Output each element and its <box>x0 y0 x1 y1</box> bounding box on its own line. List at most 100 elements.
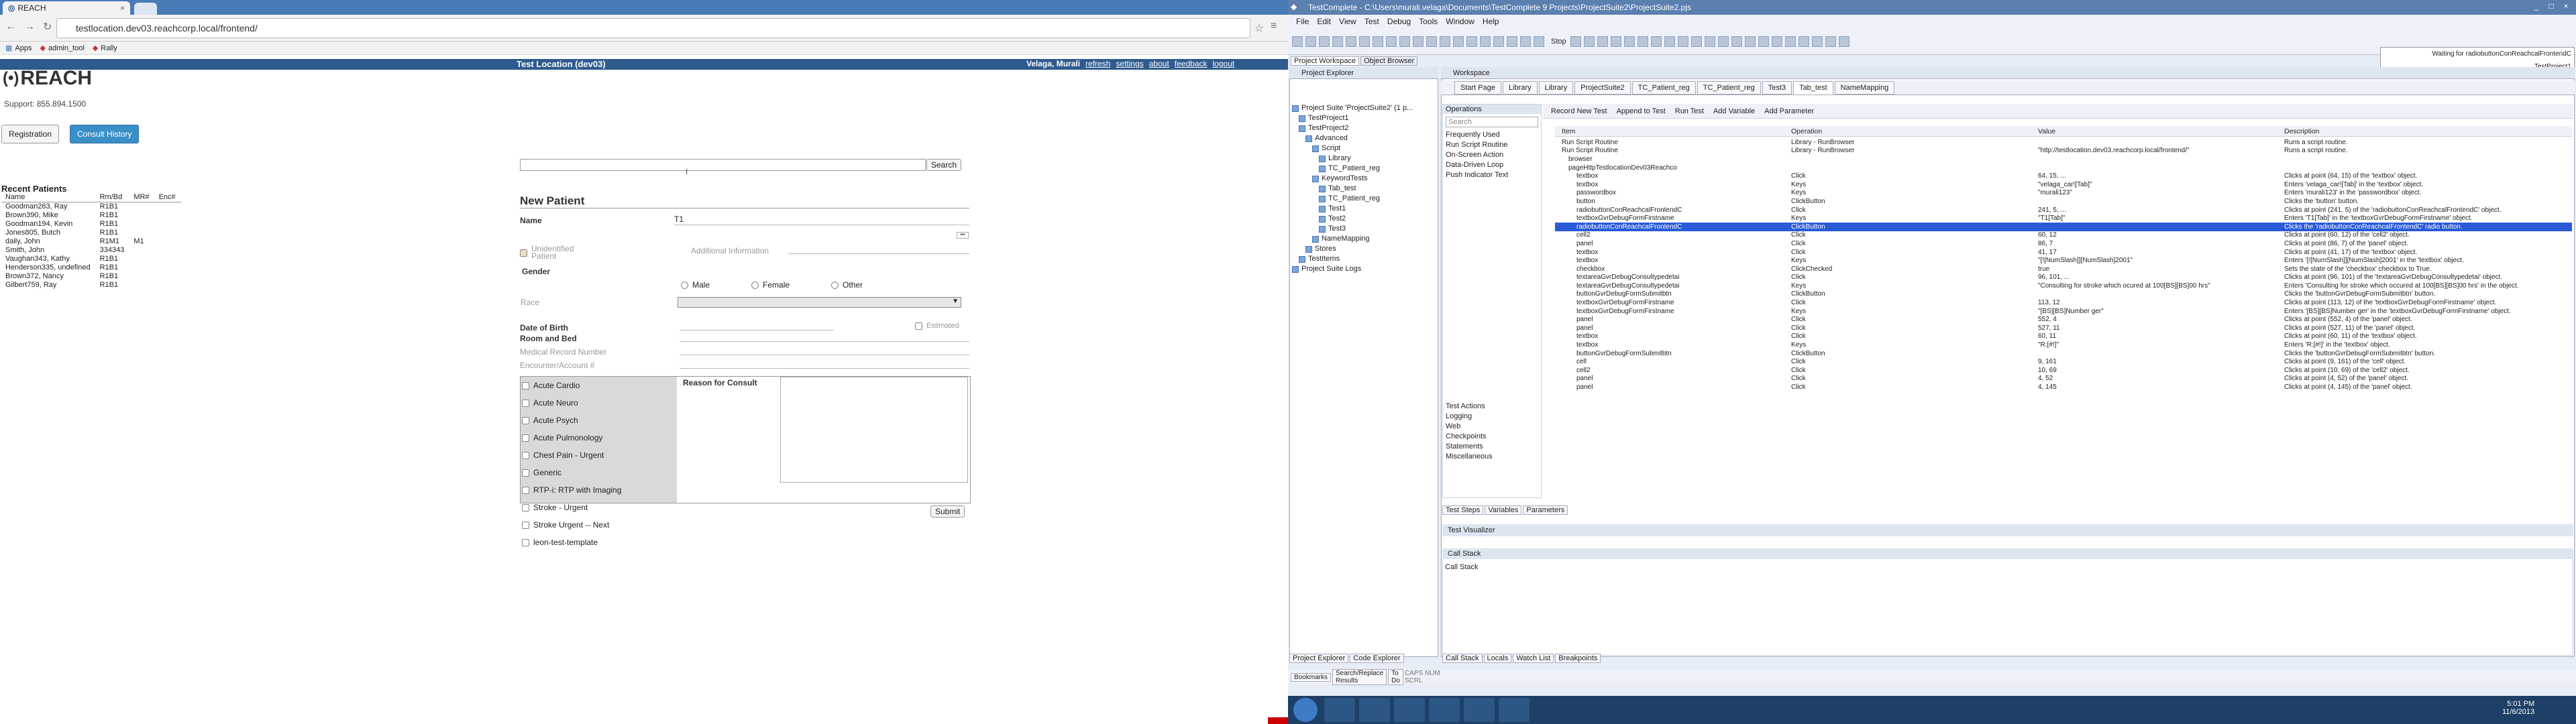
reason-checkbox[interactable] <box>522 503 529 511</box>
grid-row[interactable]: textboxGvrDebugFormFirstname Keys "T1[Tab]… <box>1555 214 2572 223</box>
document-tab[interactable]: NameMapping <box>1834 80 1895 95</box>
grid-column-header[interactable]: Item <box>1555 127 1791 135</box>
reason-item[interactable]: Generic <box>522 464 621 481</box>
grid-row[interactable]: browser <box>1555 155 2572 164</box>
new-tab-button[interactable] <box>134 3 157 15</box>
kt-toolbar-button[interactable]: Add Parameter <box>1764 107 1814 115</box>
ops-category[interactable]: Checkpoints <box>1446 432 1541 442</box>
settings-link[interactable]: settings <box>1116 59 1143 68</box>
grid-row[interactable]: button ClickButton Clicks the 'button' but… <box>1555 197 2572 206</box>
reason-checkbox[interactable] <box>522 416 529 424</box>
toolbar-icon[interactable] <box>1784 36 1796 47</box>
tree-item[interactable]: Script <box>1292 143 1413 154</box>
submit-button[interactable]: Submit <box>930 505 965 518</box>
tree-item[interactable]: Test3 <box>1292 224 1413 234</box>
test-steps-tab[interactable]: Parameters <box>1523 505 1568 515</box>
menu-item[interactable]: Debug <box>1387 17 1411 26</box>
grid-row[interactable]: textbox Keys "[![NumSlash]][NumSlash]2001"… <box>1555 256 2572 265</box>
toolbar-icon[interactable] <box>1838 36 1849 47</box>
toolbar-icon[interactable] <box>1480 36 1491 47</box>
toolbar-icon[interactable] <box>1570 36 1581 47</box>
toolbar-icon[interactable] <box>1758 36 1769 47</box>
grid-row[interactable]: buttonGvrDebugFormSubmitbtn ClickButton Cl… <box>1555 349 2572 358</box>
estimated-checkbox[interactable] <box>915 322 922 330</box>
document-tab[interactable]: TC_Patient_reg <box>1697 80 1761 95</box>
toolbar-icon[interactable] <box>1440 36 1450 47</box>
ops-item[interactable]: On-Screen Action <box>1446 150 1541 160</box>
kt-toolbar-button[interactable]: Record New Test <box>1551 107 1607 115</box>
ops-category[interactable]: Web <box>1446 422 1541 432</box>
bookmark-rally[interactable]: Rally <box>101 44 117 52</box>
grid-column-header[interactable]: Value <box>2038 127 2284 135</box>
ops-search-field[interactable]: Search <box>1446 117 1538 127</box>
grid-row[interactable]: textboxGvrDebugFormFirstname Keys "[BS][BS… <box>1555 307 2572 316</box>
table-row[interactable]: Vaughan343, Kathy R1B1 <box>1 255 181 263</box>
grid-row[interactable]: cell2 Click 10, 69 Clicks at point (10, 69)… <box>1555 366 2572 375</box>
forward-arrow-icon[interactable]: → <box>24 21 35 33</box>
bookmark-admin-tool[interactable]: admin_tool <box>48 44 85 52</box>
toolbar-icon[interactable] <box>1650 36 1662 47</box>
close-tab-icon[interactable]: × <box>120 3 125 13</box>
toolbar-icon[interactable] <box>1413 36 1424 47</box>
test-steps-tab[interactable]: Test Steps <box>1442 505 1484 515</box>
reason-checkbox[interactable] <box>522 469 529 477</box>
grid-row[interactable]: textbox Click 60, 11 Clicks at point (60, 1… <box>1555 333 2572 341</box>
back-arrow-icon[interactable]: ← <box>5 21 16 33</box>
toolbar-icon[interactable] <box>1664 36 1675 47</box>
tree-item[interactable]: TC_Patient_reg <box>1292 164 1413 174</box>
toolbar-icon[interactable] <box>1825 36 1836 47</box>
document-tab[interactable]: Test3 <box>1762 80 1792 95</box>
toolbar-icon[interactable] <box>1744 36 1756 47</box>
tab-object-browser[interactable]: Object Browser <box>1360 56 1418 66</box>
toolbar-icon[interactable] <box>1453 36 1464 47</box>
tree-item[interactable]: TestProject2 <box>1292 123 1413 133</box>
encounter-field[interactable] <box>680 368 969 369</box>
toolbar-icon[interactable] <box>1771 36 1782 47</box>
grid-row[interactable]: Run Script Routine Library - RunBrowser "h… <box>1555 147 2572 156</box>
reason-item[interactable]: Chest Pain - Urgent <box>522 446 621 464</box>
grid-row[interactable]: buttonGvrDebugFormSubmitbtn ClickButton Cl… <box>1555 290 2572 299</box>
toolbar-icon[interactable] <box>1704 36 1715 47</box>
toolbar-icon[interactable] <box>1399 36 1410 47</box>
ops-category[interactable]: Miscellaneous <box>1446 452 1541 462</box>
ops-item[interactable]: Push Indicator Text <box>1446 170 1541 180</box>
grid-row[interactable]: textbox Keys "R:[#!]" Enters 'R:[#!]' in th… <box>1555 341 2572 349</box>
male-radio[interactable] <box>681 281 688 289</box>
toolbar-icon[interactable] <box>1583 36 1595 47</box>
grid-row[interactable]: radiobuttonConReachcalFrontendC Click 241,… <box>1555 206 2572 215</box>
other-radio[interactable] <box>831 281 839 289</box>
explorer-tab[interactable]: Code Explorer <box>1350 654 1404 663</box>
toolbar-icon[interactable] <box>1637 36 1648 47</box>
chrome-icon[interactable] <box>1394 698 1425 722</box>
tree-item[interactable]: TestProject1 <box>1292 113 1413 123</box>
female-radio[interactable] <box>751 281 759 289</box>
tab-project-workspace[interactable]: Project Workspace <box>1291 56 1360 66</box>
reason-item[interactable]: Stroke Urgent -- Next <box>522 516 621 534</box>
toolbar-icon[interactable] <box>1610 36 1621 47</box>
table-row[interactable]: Brown372, Nancy R1B1 <box>1 272 181 281</box>
document-tab[interactable]: TC_Patient_reg <box>1631 80 1696 95</box>
name-field[interactable]: T1 <box>674 215 969 225</box>
toolbar-icon[interactable] <box>1305 36 1316 47</box>
testcomplete-icon[interactable] <box>1499 698 1529 722</box>
toolbar-icon[interactable] <box>1811 36 1823 47</box>
toolbar-icon[interactable] <box>1677 36 1688 47</box>
reason-checkbox[interactable] <box>522 486 529 494</box>
table-row[interactable]: Smith, John 334343 <box>1 246 181 255</box>
grid-row[interactable]: panel Click 527, 11 Clicks at point (527, 1… <box>1555 324 2572 333</box>
tree-item[interactable]: NameMapping <box>1292 234 1413 244</box>
app-icon[interactable] <box>1464 698 1495 722</box>
ops-item[interactable]: Frequently Used <box>1446 130 1541 140</box>
toolbar-icon[interactable] <box>1386 36 1397 47</box>
reason-item[interactable]: leon-test-template <box>522 534 621 551</box>
close-icon[interactable]: × <box>2559 1 2573 11</box>
menu-item[interactable]: Edit <box>1317 17 1331 26</box>
toolbar-icon[interactable] <box>1493 36 1504 47</box>
table-row[interactable]: Gilbert759, Ray R1B1 <box>1 281 181 290</box>
feedback-link[interactable]: feedback <box>1175 59 1208 68</box>
grid-row[interactable]: textboxGvrDebugFormFirstname Click 113, 12… <box>1555 298 2572 307</box>
menu-item[interactable]: View <box>1339 17 1356 26</box>
grid-row[interactable]: textbox Keys "velaga_car![Tab]" Enters 'vel… <box>1555 180 2572 189</box>
toolbar-icon[interactable] <box>1798 36 1809 47</box>
grid-row[interactable]: panel Click 4, 145 Clicks at point (4, 145)… <box>1555 383 2572 391</box>
